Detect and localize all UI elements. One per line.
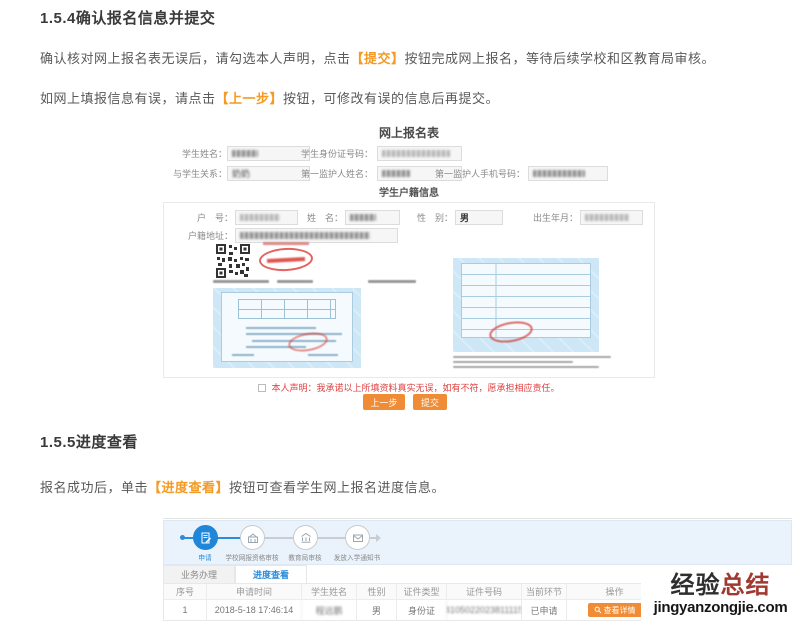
tab-business-handling[interactable]: 业务办理 xyxy=(163,565,235,583)
cell-apply-time: 2018-5-18 17:46:14 xyxy=(206,600,301,620)
screenshot-top-strip xyxy=(163,508,792,519)
redacted-value xyxy=(240,214,280,221)
government-bank-icon xyxy=(300,532,311,543)
relation-label: 与学生关系： xyxy=(172,169,227,179)
section-heading-154: 1.5.4确认报名信息并提交 xyxy=(40,10,216,27)
address-label: 户籍地址： xyxy=(187,231,233,241)
school-building-icon xyxy=(247,532,258,543)
caption-text xyxy=(277,280,313,283)
section-heading-155: 1.5.5进度查看 xyxy=(40,434,138,451)
watermark-red-text: 总结 xyxy=(720,572,771,599)
submit-button[interactable]: 提交 xyxy=(413,394,447,410)
col-gender: 性别 xyxy=(356,584,396,599)
cell-gender: 男 xyxy=(356,600,396,620)
view-detail-button[interactable]: 查看详情 xyxy=(587,603,642,617)
birth-label: 出生年月： xyxy=(532,213,578,223)
paragraph-text: 按钮可查看学生网上报名进度信息。 xyxy=(229,480,446,495)
paragraph-text: 报名成功后，单击 xyxy=(40,480,149,495)
hukou-page-scan xyxy=(453,258,599,352)
hukou-name-label: 姓 名： xyxy=(306,213,343,223)
student-id-field[interactable] xyxy=(377,146,462,161)
progress-view-highlight: 【进度查看】 xyxy=(148,480,230,495)
tutorial-page: 1.5.4确认报名信息并提交 确认核对网上报名表无误后，请勾选本人声明，点击【提… xyxy=(0,0,800,632)
birth-field[interactable] xyxy=(580,210,643,225)
hukou-no-label: 户 号： xyxy=(196,213,233,223)
flow-end-arrow xyxy=(376,534,381,542)
tab-progress-view[interactable]: 进度查看 xyxy=(235,565,307,583)
watermark: 经验总结 jingyanzongjie.com xyxy=(641,566,800,632)
paragraph-progress: 报名成功后，单击【进度查看】按钮可查看学生网上报名进度信息。 xyxy=(40,477,780,496)
paragraph-text: 按钮完成网上报名，等待后续学校和区教育局审核。 xyxy=(404,51,716,66)
redacted-value xyxy=(240,232,370,239)
form-title: 网上报名表 xyxy=(378,126,439,140)
prev-step-highlight: 【上一步】 xyxy=(215,91,284,106)
application-doc-icon xyxy=(201,532,211,543)
admission-letter-icon xyxy=(352,534,363,542)
student-id-label: 学生身份证号码： xyxy=(300,149,373,159)
col-id-number: 证件号码 xyxy=(446,584,521,599)
qr-code xyxy=(215,243,251,279)
redacted-value xyxy=(533,170,585,177)
declaration-text: 本人声明：我承诺以上所填资料真实无误，如有不符，愿承担相应责任。 xyxy=(271,383,560,393)
cell-index: 1 xyxy=(182,605,188,615)
paragraph-text: 如网上填报信息有误，请点击 xyxy=(40,91,216,106)
cell-student-name: 程远鹏 xyxy=(301,600,356,620)
declaration-row: 本人声明：我承诺以上所填资料真实无误，如有不符，愿承担相应责任。 xyxy=(163,381,655,394)
watermark-url: jingyanzongjie.com xyxy=(653,599,788,616)
col-student-name: 学生姓名 xyxy=(301,584,356,599)
redacted-value xyxy=(350,214,376,221)
paragraph-submit: 确认核对网上报名表无误后，请勾选本人声明，点击【提交】按钮完成网上报名，等待后续… xyxy=(40,48,780,67)
cell-id-number: 4105022023811115 xyxy=(446,600,521,620)
household-register-scan xyxy=(213,288,361,368)
col-current-stage: 当前环节 xyxy=(521,584,566,599)
address-field[interactable] xyxy=(235,228,398,243)
guardian-name-label: 第一监护人姓名： xyxy=(300,169,373,179)
gender-field[interactable]: 男 xyxy=(455,210,503,225)
step-bureau-circle xyxy=(293,525,318,550)
guardian-phone-label: 第一监护人手机号码： xyxy=(434,169,525,179)
household-section-title: 学生户籍信息 xyxy=(379,188,439,199)
step-notice-circle xyxy=(345,525,370,550)
col-index: 序号 xyxy=(175,587,194,597)
step-apply-circle xyxy=(193,525,218,550)
scan-table xyxy=(238,299,336,319)
tab-bar: 业务办理 进度查看 xyxy=(163,565,307,583)
watermark-black-text: 经验 xyxy=(670,572,721,599)
col-id-type: 证件类型 xyxy=(396,584,446,599)
caption-text xyxy=(368,280,416,283)
relation-value: 奶奶 xyxy=(232,169,251,179)
paragraph-text: 按钮，可修改有误的信息后再提交。 xyxy=(283,91,500,106)
watermark-title: 经验总结 xyxy=(671,574,771,598)
student-name-label: 学生姓名： xyxy=(181,149,227,159)
gender-value: 男 xyxy=(460,213,470,223)
redacted-value xyxy=(585,214,629,221)
submit-highlight: 【提交】 xyxy=(350,51,405,66)
redacted-value xyxy=(382,150,450,157)
step-label-admission-notice: 发放入学通知书 xyxy=(333,555,381,562)
hukou-name-field[interactable] xyxy=(345,210,400,225)
gender-label: 性 别： xyxy=(416,213,453,223)
redacted-value xyxy=(382,170,410,177)
magnifier-icon xyxy=(594,606,602,614)
registration-form-screenshot: 网上报名表 学生姓名： 学生身份证号码： 与学生关系： 奶奶 第一监护人姓名： … xyxy=(163,120,655,420)
view-detail-label: 查看详情 xyxy=(603,605,636,615)
col-apply-time: 申请时间 xyxy=(206,584,301,599)
relation-field[interactable]: 奶奶 xyxy=(227,166,310,181)
step-school-circle xyxy=(240,525,265,550)
declaration-checkbox[interactable] xyxy=(258,383,267,392)
guardian-phone-field[interactable] xyxy=(528,166,608,181)
caption-text xyxy=(213,280,269,283)
student-name-field[interactable] xyxy=(227,146,310,161)
prev-step-button[interactable]: 上一步 xyxy=(363,394,405,410)
paragraph-prev-step: 如网上填报信息有误，请点击【上一步】按钮，可修改有误的信息后再提交。 xyxy=(40,88,780,107)
scan-footnote xyxy=(453,356,613,371)
redacted-value xyxy=(232,150,258,157)
cell-current-stage: 已申请 xyxy=(521,600,566,620)
paragraph-text: 确认核对网上报名表无误后，请勾选本人声明，点击 xyxy=(40,51,351,66)
stamp-text xyxy=(263,242,309,245)
cell-id-type: 身份证 xyxy=(396,600,446,620)
